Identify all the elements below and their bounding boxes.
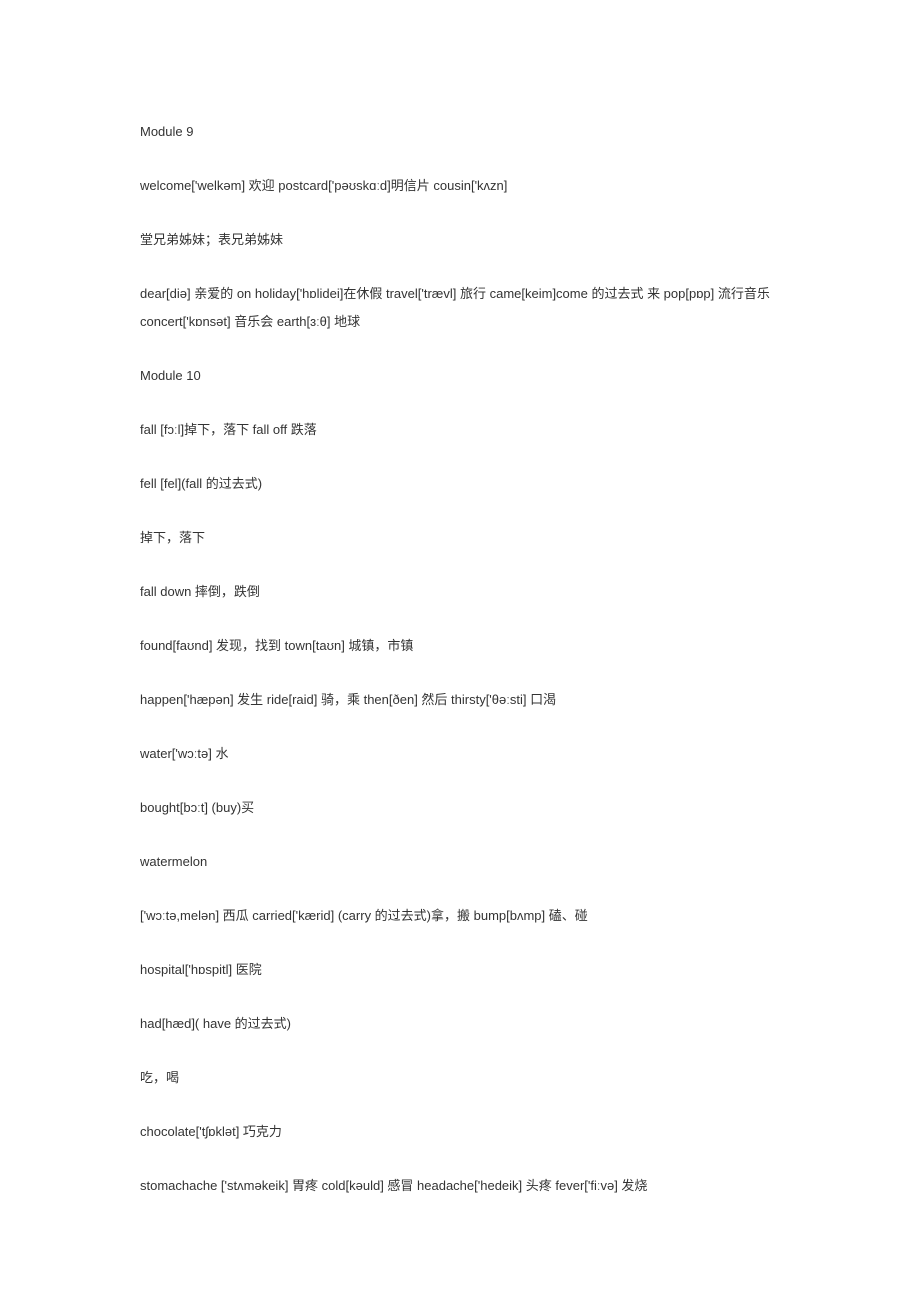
vocab-line: chocolate['tʃɒklət] 巧克力: [140, 1118, 780, 1146]
vocab-line: fell [fel](fall 的过去式): [140, 470, 780, 498]
vocab-line: happen['hæpən] 发生 ride[raid] 骑，乘 then[ðe…: [140, 686, 780, 714]
vocab-line: watermelon: [140, 848, 780, 876]
vocab-line: 堂兄弟姊妹；表兄弟姊妹: [140, 226, 780, 254]
vocab-line: fall down 摔倒，跌倒: [140, 578, 780, 606]
module-heading: Module 10: [140, 362, 780, 390]
vocab-line: welcome['welkəm] 欢迎 postcard['pəʊskɑːd]明…: [140, 172, 780, 200]
vocab-line: fall [fɔːl]掉下，落下 fall off 跌落: [140, 416, 780, 444]
vocab-line: found[faʊnd] 发现，找到 town[taʊn] 城镇，市镇: [140, 632, 780, 660]
vocab-line: had[hæd]( have 的过去式): [140, 1010, 780, 1038]
vocab-line: hospital['hɒspitl] 医院: [140, 956, 780, 984]
vocab-line: 吃，喝: [140, 1064, 780, 1092]
vocab-line: bought[bɔːt] (buy)买: [140, 794, 780, 822]
vocab-line: water['wɔːtə] 水: [140, 740, 780, 768]
vocab-line: stomachache ['stʌməkeik] 胃疼 cold[kəuld] …: [140, 1172, 780, 1200]
document-page: Module 9 welcome['welkəm] 欢迎 postcard['p…: [0, 0, 920, 1302]
vocab-line: ['wɔːtə,melən] 西瓜 carried['kærid] (carry…: [140, 902, 780, 930]
vocab-line: 掉下，落下: [140, 524, 780, 552]
module-heading: Module 9: [140, 118, 780, 146]
vocab-line: dear[diə] 亲爱的 on holiday['hɒlidei]在休假 tr…: [140, 280, 780, 336]
